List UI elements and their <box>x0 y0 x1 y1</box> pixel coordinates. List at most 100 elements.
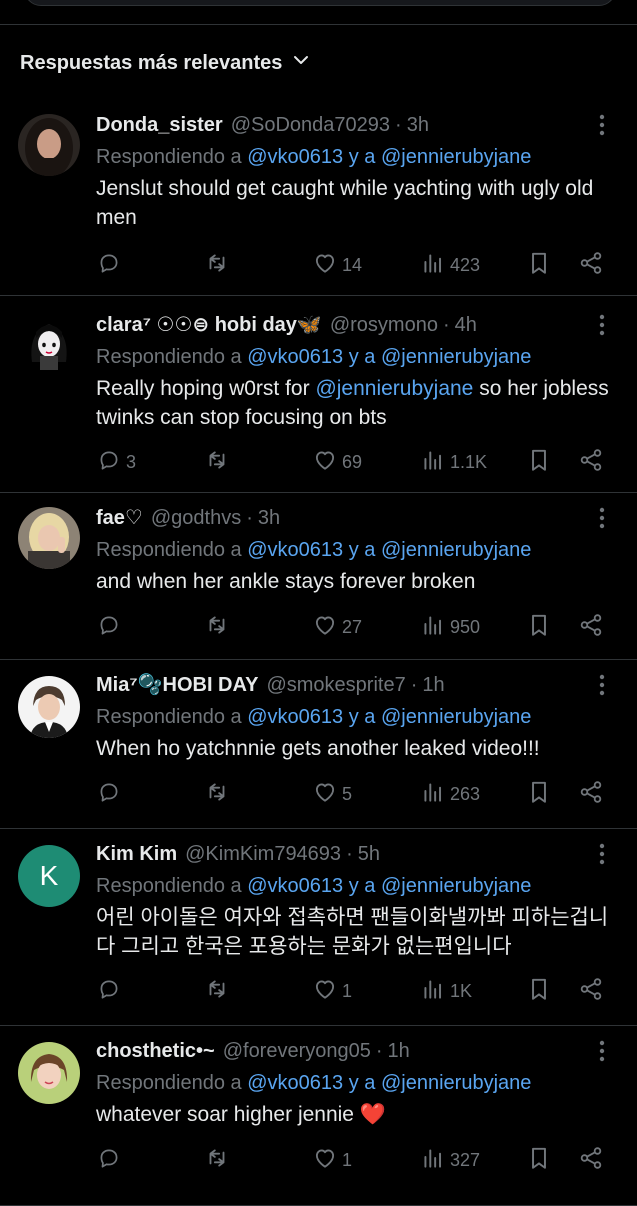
reply-item[interactable]: clara⁷ ☉☉⊜ hobi day🦋 @rosymono · 4h Resp… <box>0 296 637 493</box>
views-button[interactable]: 327 <box>420 1145 480 1176</box>
views-button[interactable]: 1K <box>420 976 472 1007</box>
retweet-button[interactable] <box>204 250 230 281</box>
avatar[interactable] <box>18 676 80 738</box>
reply-item[interactable]: chosthetic•~ @foreveryong05 · 1h Respond… <box>0 1026 637 1206</box>
avatar[interactable] <box>18 507 80 569</box>
replying-mention[interactable]: @jennierubyjane <box>381 146 531 168</box>
retweet-button[interactable] <box>204 447 230 478</box>
share-button[interactable] <box>578 1145 604 1176</box>
avatar[interactable] <box>18 1042 80 1104</box>
retweet-button[interactable] <box>204 779 230 810</box>
like-button[interactable]: 1 <box>312 976 352 1007</box>
retweet-button[interactable] <box>204 1145 230 1176</box>
replying-to: Respondiendo a @vko0613 y a @jennierubyj… <box>96 704 613 730</box>
reply-button[interactable] <box>96 612 126 643</box>
replying-join: y a <box>348 346 376 368</box>
bookmark-button[interactable] <box>526 612 552 643</box>
bookmark-icon <box>526 976 552 1007</box>
retweet-button[interactable] <box>204 612 230 643</box>
share-button[interactable] <box>578 447 604 478</box>
bookmark-button[interactable] <box>526 250 552 281</box>
like-button[interactable]: 14 <box>312 250 362 281</box>
share-button[interactable] <box>578 250 604 281</box>
reply-text-content: whatever soar higher jennie <box>96 1103 354 1126</box>
author-name[interactable]: clara⁷ ☉☉⊜ hobi day🦋 <box>96 312 322 338</box>
more-options-icon[interactable] <box>591 1038 613 1064</box>
author-handle[interactable]: @SoDonda70293 <box>231 112 390 138</box>
replying-mention[interactable]: @vko0613 <box>247 346 343 368</box>
reply-icon <box>96 779 122 810</box>
more-options-icon[interactable] <box>591 672 613 698</box>
author-handle[interactable]: @KimKim794693 <box>185 841 341 867</box>
reply-text: When ho yatchnnie gets another leaked vi… <box>96 737 540 760</box>
timestamp[interactable]: 1h <box>388 1038 410 1064</box>
avatar[interactable] <box>18 114 80 176</box>
reply-item[interactable]: K Kim Kim @KimKim794693 · 5h Respondiend… <box>0 829 637 1026</box>
reply-button[interactable] <box>96 1145 126 1176</box>
sort-label: Respuestas más relevantes <box>20 51 283 74</box>
bookmark-button[interactable] <box>526 779 552 810</box>
like-button[interactable]: 1 <box>312 1145 352 1176</box>
reply-button[interactable] <box>96 779 126 810</box>
views-button[interactable]: 950 <box>420 612 480 643</box>
timestamp[interactable]: 3h <box>407 112 429 138</box>
timestamp[interactable]: 4h <box>455 312 477 338</box>
reply-count: 3 <box>126 451 137 472</box>
like-button[interactable]: 5 <box>312 779 352 810</box>
bookmark-button[interactable] <box>526 447 552 478</box>
reply-item[interactable]: fae♡ @godthvs · 3h Respondiendo a @vko06… <box>0 493 637 660</box>
replying-mention[interactable]: @jennierubyjane <box>381 346 531 368</box>
replying-mention[interactable]: @vko0613 <box>247 1072 343 1094</box>
avatar[interactable]: K <box>18 845 80 907</box>
more-options-icon[interactable] <box>591 505 613 531</box>
timestamp[interactable]: 1h <box>422 672 444 698</box>
author-handle[interactable]: @foreveryong05 <box>223 1038 371 1064</box>
replying-mention[interactable]: @jennierubyjane <box>381 539 531 561</box>
more-options-icon[interactable] <box>591 112 613 138</box>
author-name[interactable]: Kim Kim <box>96 841 177 867</box>
retweet-button[interactable] <box>204 976 230 1007</box>
timestamp[interactable]: 3h <box>258 505 280 531</box>
author-name[interactable]: Donda_sister <box>96 112 223 138</box>
views-button[interactable]: 1.1K <box>420 447 487 478</box>
like-button[interactable]: 27 <box>312 612 362 643</box>
views-button[interactable]: 423 <box>420 250 480 281</box>
like-button[interactable]: 69 <box>312 447 362 478</box>
avatar[interactable] <box>18 312 80 374</box>
replying-mention[interactable]: @vko0613 <box>247 539 343 561</box>
reply-button[interactable] <box>96 250 126 281</box>
sort-dropdown[interactable]: Respuestas más relevantes <box>20 48 310 78</box>
author-name[interactable]: fae♡ <box>96 505 143 531</box>
views-icon <box>420 612 446 643</box>
bookmark-button[interactable] <box>526 1145 552 1176</box>
retweet-icon <box>204 1145 230 1176</box>
replying-mention[interactable]: @jennierubyjane <box>381 706 531 728</box>
reply-item[interactable]: Mia⁷🫧HOBI DAY @smokesprite7 · 1h Respond… <box>0 660 637 829</box>
share-button[interactable] <box>578 612 604 643</box>
replying-mention[interactable]: @vko0613 <box>247 875 343 897</box>
author-name[interactable]: chosthetic•~ <box>96 1038 215 1064</box>
replying-prefix: Respondiendo a <box>96 706 242 728</box>
reply-button[interactable] <box>96 976 126 1007</box>
reply-text: Really hoping w0rst for @jennierubyjane … <box>96 374 613 432</box>
author-handle[interactable]: @rosymono <box>330 312 438 338</box>
text-mention[interactable]: @jennierubyjane <box>315 377 473 400</box>
author-handle[interactable]: @smokesprite7 <box>266 672 405 698</box>
reply-button[interactable]: 3 <box>96 447 136 478</box>
share-button[interactable] <box>578 976 604 1007</box>
share-button[interactable] <box>578 779 604 810</box>
top-search-pill[interactable] <box>24 0 616 6</box>
replying-mention[interactable]: @jennierubyjane <box>381 1072 531 1094</box>
bookmark-button[interactable] <box>526 976 552 1007</box>
more-options-icon[interactable] <box>591 312 613 338</box>
author-handle[interactable]: @godthvs <box>151 505 241 531</box>
replying-mention[interactable]: @vko0613 <box>247 146 343 168</box>
retweet-icon <box>204 612 230 643</box>
more-options-icon[interactable] <box>591 841 613 867</box>
replying-mention[interactable]: @jennierubyjane <box>381 875 531 897</box>
views-button[interactable]: 263 <box>420 779 480 810</box>
author-name[interactable]: Mia⁷🫧HOBI DAY <box>96 672 258 698</box>
replying-mention[interactable]: @vko0613 <box>247 706 343 728</box>
timestamp[interactable]: 5h <box>358 841 380 867</box>
reply-item[interactable]: Donda_sister @SoDonda70293 · 3h Respondi… <box>0 96 637 296</box>
